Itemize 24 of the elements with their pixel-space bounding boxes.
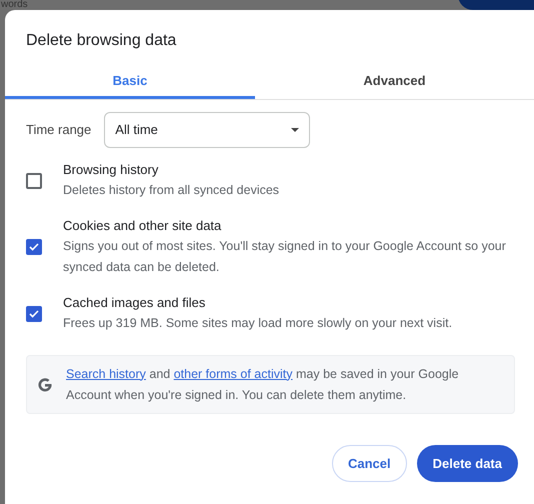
tab[interactable]: Basic: [5, 65, 255, 99]
activity-link[interactable]: other forms of activity: [174, 366, 293, 380]
time-range-label: Time range: [26, 121, 92, 140]
option-description: Deletes history from all synced devices: [63, 182, 280, 199]
option-label: Cookies and other site data: [63, 217, 222, 235]
background-text: words: [1, 0, 28, 10]
dropdown-caret-icon: [291, 128, 300, 132]
option-label: Cached images and files: [63, 294, 206, 312]
time-range-dropdown[interactable]: All time: [104, 112, 310, 148]
checkmark-icon: [29, 243, 39, 251]
option-label: Browsing history: [63, 161, 160, 179]
info-text: Search history and other forms of activity may be saved in your Google Account when you're signed in. You can delete them anytime.: [66, 366, 460, 404]
option-description: Signs you out of most sites. You'll stay signed in to your Google Account so your synced data can be deleted.: [63, 238, 507, 276]
search-history-link[interactable]: Search history: [66, 366, 146, 380]
checkbox[interactable]: [26, 172, 42, 188]
checkbox[interactable]: [26, 239, 42, 255]
cancel-button[interactable]: Cancel: [332, 445, 407, 482]
google-g-icon: [37, 376, 53, 392]
checkmark-icon: [29, 310, 39, 318]
option-description: Frees up 319 MB. Some sites may load more slowly on your next visit.: [63, 315, 454, 332]
delete-data-button[interactable]: Delete data: [416, 445, 518, 482]
dialog-title: Delete browsing data: [26, 31, 176, 51]
tab[interactable]: Advanced: [255, 65, 534, 99]
checkbox[interactable]: [26, 306, 42, 322]
